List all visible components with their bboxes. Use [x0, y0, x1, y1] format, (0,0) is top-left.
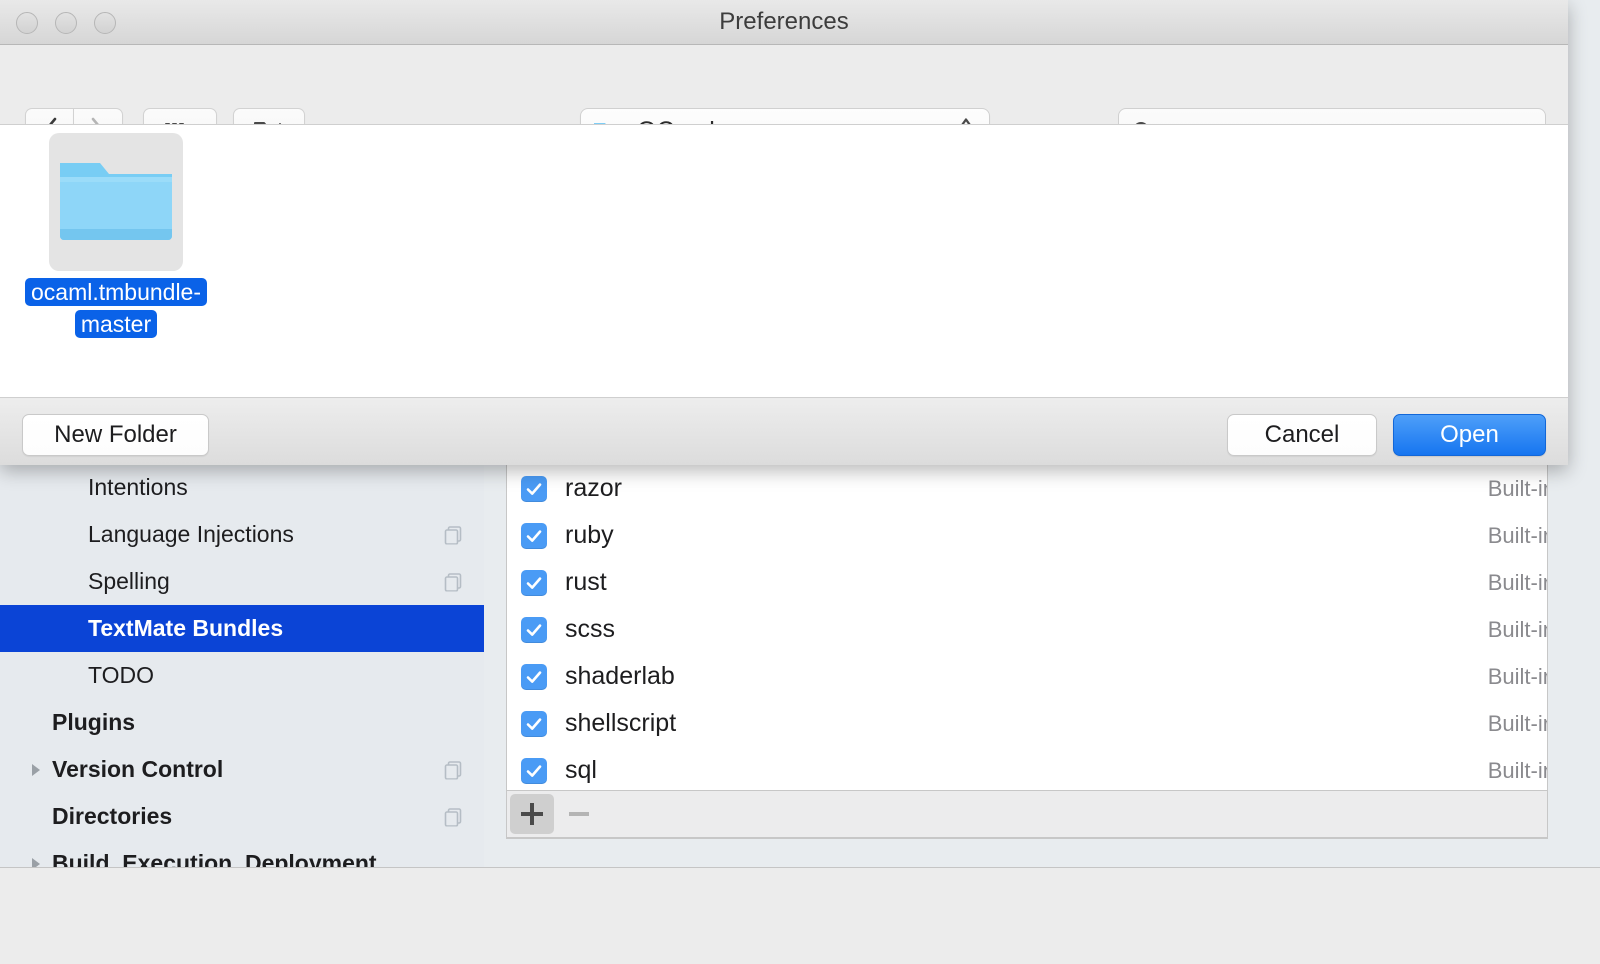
- disclosure-triangle-icon: [30, 763, 42, 777]
- bundle-checkbox[interactable]: [521, 664, 547, 690]
- sidebar-item-directories[interactable]: Directories: [0, 793, 484, 840]
- remove-bundle-button: [557, 794, 601, 834]
- bundle-name: shellscript: [565, 709, 676, 738]
- file-item[interactable]: ocaml.tmbundle-master: [16, 133, 216, 340]
- checkmark-icon: [524, 714, 544, 734]
- bundle-checkbox[interactable]: [521, 617, 547, 643]
- sidebar-item-language-injections[interactable]: Language Injections: [0, 511, 484, 558]
- screen-root: Intentions Language Injections Spelling Tex…: [0, 0, 1600, 964]
- file-item-name: ocaml.tmbundle-master: [25, 278, 207, 338]
- checkmark-icon: [524, 573, 544, 593]
- sidebar-item-version-control[interactable]: Version Control: [0, 746, 484, 793]
- window-controls: [16, 12, 116, 34]
- bundle-source-badge: Built-in: [1488, 570, 1548, 596]
- bundle-row[interactable]: rust Built-in: [507, 559, 1547, 606]
- add-bundle-button[interactable]: [510, 794, 554, 834]
- sidebar-item-label: Language Injections: [88, 521, 294, 548]
- bundle-row[interactable]: shellscript Built-in: [507, 700, 1547, 747]
- bundle-checkbox[interactable]: [521, 570, 547, 596]
- sidebar-item-label: TextMate Bundles: [88, 615, 283, 642]
- disclosure-triangle[interactable]: [30, 857, 52, 868]
- minus-icon: [569, 812, 589, 816]
- bundle-source-badge: Built-in: [1488, 617, 1548, 643]
- sidebar-item-intentions[interactable]: Intentions: [0, 464, 484, 511]
- checkmark-icon: [524, 526, 544, 546]
- bundle-name: sql: [565, 756, 597, 785]
- copy-settings-icon[interactable]: [444, 525, 462, 544]
- bundle-source-badge: Built-in: [1488, 711, 1548, 737]
- bundle-row[interactable]: scss Built-in: [507, 606, 1547, 653]
- copy-settings-icon[interactable]: [444, 572, 462, 591]
- bundle-name: scss: [565, 615, 615, 644]
- preferences-sidebar[interactable]: Intentions Language Injections Spelling Tex…: [0, 464, 484, 867]
- bundle-name: shaderlab: [565, 662, 675, 691]
- sidebar-item-build-execution-deployment[interactable]: Build, Execution, Deployment: [0, 840, 484, 867]
- bundle-row[interactable]: ruby Built-in: [507, 512, 1547, 559]
- bundle-checkbox[interactable]: [521, 758, 547, 784]
- bundle-checkbox[interactable]: [521, 711, 547, 737]
- sheet-toolbar: OCaml: [0, 46, 1568, 123]
- file-browser-area[interactable]: ocaml.tmbundle-master: [0, 124, 1568, 398]
- copy-settings-icon[interactable]: [444, 760, 462, 779]
- bundle-row[interactable]: razor Built-in: [507, 465, 1547, 512]
- bundle-source-badge: Built-in: [1488, 758, 1548, 784]
- bundle-row[interactable]: shaderlab Built-in: [507, 653, 1547, 700]
- copy-settings-icon: [444, 807, 462, 826]
- checkmark-icon: [524, 761, 544, 781]
- sidebar-item-label: Intentions: [88, 474, 188, 501]
- minimize-button[interactable]: [55, 12, 77, 34]
- checkmark-icon: [524, 620, 544, 640]
- disclosure-triangle-icon: [30, 857, 42, 868]
- copy-settings-icon: [444, 760, 462, 779]
- checkmark-icon: [524, 667, 544, 687]
- sidebar-item-label: Plugins: [52, 709, 135, 736]
- copy-settings-icon[interactable]: [444, 807, 462, 826]
- bundle-name: ruby: [565, 521, 614, 550]
- close-button[interactable]: [16, 12, 38, 34]
- bundle-checkbox[interactable]: [521, 476, 547, 502]
- sidebar-item-textmate-bundles[interactable]: TextMate Bundles: [0, 605, 484, 652]
- copy-settings-icon: [444, 525, 462, 544]
- sidebar-item-label: Spelling: [88, 568, 170, 595]
- bundle-name: razor: [565, 474, 622, 503]
- file-item-label: ocaml.tmbundle-master: [16, 277, 216, 340]
- sidebar-item-label: Directories: [52, 803, 172, 830]
- bundle-source-badge: Built-in: [1488, 476, 1548, 502]
- textmate-bundle-list[interactable]: razorBuilt-inrubyBuilt-inrustBuilt-inscs…: [506, 464, 1548, 839]
- sidebar-item-todo[interactable]: TODO: [0, 652, 484, 699]
- bundle-source-badge: Built-in: [1488, 664, 1548, 690]
- sheet-open-button[interactable]: Open: [1393, 414, 1546, 456]
- file-icon-container: [49, 133, 183, 271]
- sidebar-item-plugins[interactable]: Plugins: [0, 699, 484, 746]
- sheet-titlebar: Preferences: [0, 0, 1568, 45]
- bundle-list-toolbar: [506, 790, 1548, 838]
- bundle-source-badge: Built-in: [1488, 523, 1548, 549]
- bundle-name: rust: [565, 568, 607, 597]
- sidebar-item-label: TODO: [88, 662, 154, 689]
- copy-settings-icon: [444, 572, 462, 591]
- disclosure-triangle[interactable]: [30, 763, 52, 777]
- sheet-cancel-button[interactable]: Cancel: [1227, 414, 1377, 456]
- zoom-button[interactable]: [94, 12, 116, 34]
- sheet-title: Preferences: [719, 8, 848, 36]
- open-file-panel: Preferences: [0, 0, 1568, 465]
- sidebar-item-spelling[interactable]: Spelling: [0, 558, 484, 605]
- sidebar-item-label: Build, Execution, Deployment: [52, 850, 377, 867]
- plus-icon: [521, 803, 543, 825]
- sidebar-item-label: Version Control: [52, 756, 223, 783]
- bundle-checkbox[interactable]: [521, 523, 547, 549]
- bundle-row[interactable]: sql Built-in: [507, 747, 1547, 794]
- new-folder-button[interactable]: New Folder: [22, 414, 209, 456]
- folder-icon: [57, 155, 175, 249]
- preferences-footer: ? Cancel Apply OK: [0, 867, 1600, 964]
- checkmark-icon: [524, 479, 544, 499]
